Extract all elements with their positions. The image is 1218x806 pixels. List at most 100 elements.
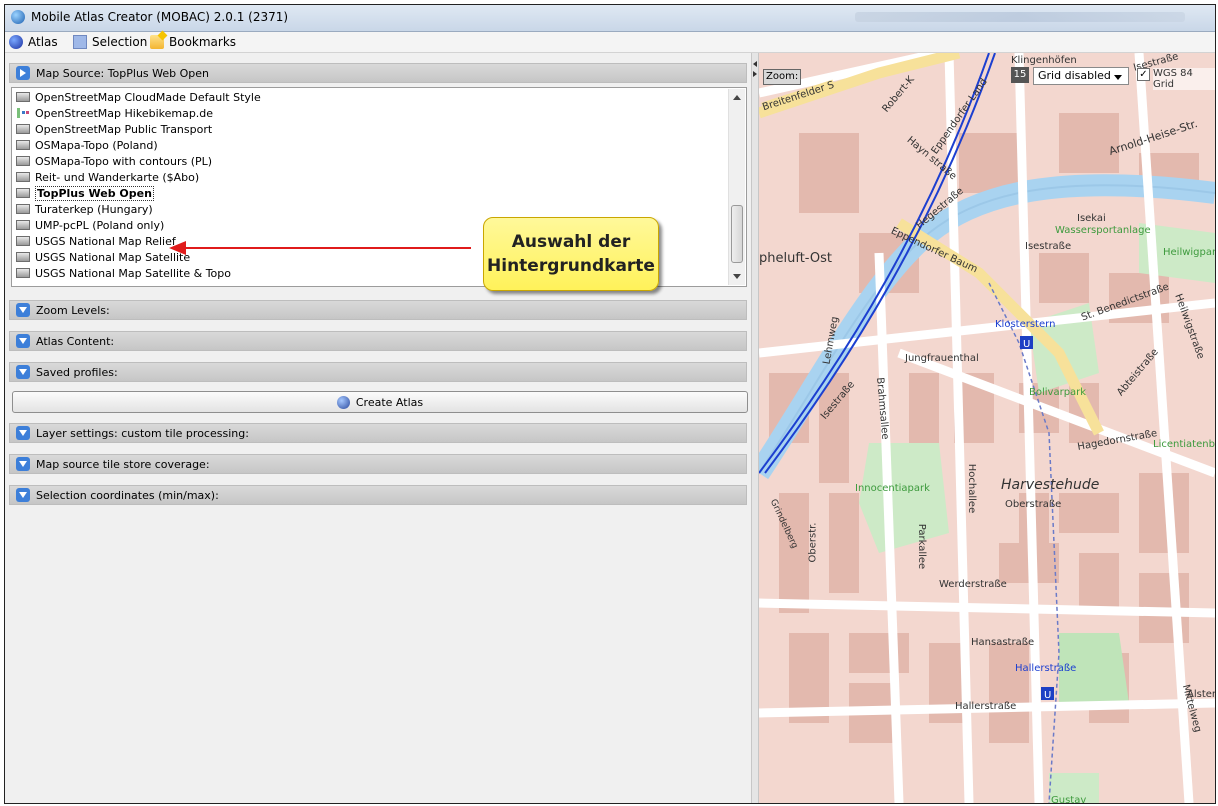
map-label-street: Oberstraße [1005,499,1062,510]
map-source-icon [16,220,30,230]
list-item[interactable]: USGS National Map Satellite & Topo [16,265,231,281]
annotation-callout: Auswahl der Hintergrundkarte [483,217,659,291]
title-bar: Mobile Atlas Creator (MOBAC) 2.0.1 (2371… [5,5,1215,32]
globe-icon [9,35,23,49]
selection-coords-header[interactable]: Selection coordinates (min/max): [9,485,747,505]
tile-store-label: Map source tile store coverage: [36,457,210,471]
map-canvas: U U [759,53,1215,803]
menu-atlas[interactable]: Atlas [9,34,58,50]
list-item-label: USGS National Map Relief [35,234,176,248]
map-label-street: Hansastraße [971,637,1035,648]
expand-arrow-icon [16,303,30,317]
map-label-station: Klosterstern [995,319,1056,330]
map-source-header[interactable]: Map Source: TopPlus Web Open [9,63,747,83]
expand-arrow-icon [16,426,30,440]
map-source-icon [16,124,30,134]
list-item[interactable]: OSMapa-Topo with contours (PL) [16,153,212,169]
collapse-left-arrow-icon[interactable] [753,61,757,67]
menu-bar: Atlas Selection Bookmarks [5,32,1215,53]
callout-line-2: Hintergrundkarte [487,256,655,276]
map-label-park: Wassersportanlage [1055,225,1151,236]
left-panel: Map Source: TopPlus Web Open OpenStreetM… [5,53,751,803]
layer-settings-label: Layer settings: custom tile processing: [36,426,249,440]
list-item-label: UMP-pcPL (Poland only) [35,218,165,232]
map-label-street: Klingenhöfen [1011,55,1077,66]
app-icon [11,10,25,24]
app-window: Mobile Atlas Creator (MOBAC) 2.0.1 (2371… [4,4,1216,804]
map-label-street: Alster [1187,689,1215,700]
expand-arrow-icon [16,488,30,502]
selection-icon [73,35,87,49]
list-item[interactable]: OpenStreetMap Hikebikemap.de [16,105,213,121]
map-label-street: Werderstraße [939,579,1007,590]
list-item[interactable]: OpenStreetMap Public Transport [16,121,212,137]
zoom-label: Zoom: [763,69,802,85]
collapse-right-arrow-icon[interactable] [753,71,757,77]
list-item[interactable]: USGS National Map Satellite [16,249,190,265]
map-label-park: Isekai [1077,213,1106,224]
scroll-up-arrow-icon[interactable] [733,95,741,100]
bookmark-folder-icon [150,35,164,49]
expand-arrow-icon [16,457,30,471]
grid-select[interactable]: Grid disabled [1033,67,1129,85]
map-label-street: Oberstr. [807,522,819,563]
list-item-label: USGS National Map Satellite [35,250,191,264]
map-source-icon [16,140,30,150]
menu-selection[interactable]: Selection [73,34,147,50]
grid-select-value: Grid disabled [1038,69,1111,82]
globe-icon [336,395,350,409]
saved-profiles-label: Saved profiles: [36,365,118,379]
wgs-grid-checkbox[interactable]: ✓ [1137,68,1150,81]
layer-settings-header[interactable]: Layer settings: custom tile processing: [9,423,747,443]
list-item[interactable]: UMP-pcPL (Poland only) [16,217,164,233]
list-item-label: OpenStreetMap CloudMade Default Style [35,90,261,104]
atlas-content-header[interactable]: Atlas Content: [9,331,747,351]
saved-profiles-header[interactable]: Saved profiles: [9,362,747,382]
list-item[interactable]: Reit- und Wanderkarte ($Abo) [16,169,199,185]
hikebike-icon [16,107,30,119]
window-title: Mobile Atlas Creator (MOBAC) 2.0.1 (2371… [31,10,289,24]
zoom-level-badge: 15 [1011,67,1029,83]
scroll-thumb[interactable] [731,205,743,263]
map-source-icon [16,92,30,102]
list-item[interactable]: USGS National Map Relief [16,233,176,249]
list-scrollbar[interactable] [728,89,745,285]
map-label-street: Hallerstraße [955,701,1017,712]
chevron-down-icon [1114,75,1122,80]
zoom-levels-header[interactable]: Zoom Levels: [9,300,747,320]
wgs-grid-label: WGS 84 Grid [1153,68,1215,90]
map-source-icon [16,156,30,166]
split-divider[interactable] [751,53,759,803]
map-label-street: Isestraße [1025,241,1072,252]
list-item-label: Turaterkep (Hungary) [35,202,153,216]
menu-bookmarks[interactable]: Bookmarks [150,34,236,50]
map-source-icon [16,268,30,278]
map-label-park: Heilwigpark [1163,247,1215,258]
list-item-label: TopPlus Web Open [35,185,154,201]
list-item[interactable]: Turaterkep (Hungary) [16,201,153,217]
list-item-selected[interactable]: TopPlus Web Open [16,185,154,201]
svg-text:U: U [1023,339,1030,350]
expand-arrow-icon [16,66,30,80]
list-item[interactable]: OpenStreetMap CloudMade Default Style [16,89,261,105]
expand-arrow-icon [16,334,30,348]
map-label-street: Jungfrauenthal [905,353,979,364]
map-label-park: Bolivarpark [1029,387,1087,398]
list-item-label: OSMapa-Topo with contours (PL) [35,154,213,168]
list-item[interactable]: OSMapa-Topo (Poland) [16,137,158,153]
create-atlas-button[interactable]: Create Atlas [12,391,748,413]
selection-coords-label: Selection coordinates (min/max): [36,488,219,502]
map-label-station: Hallerstraße [1015,663,1077,674]
map-source-icon [16,252,30,262]
map-view[interactable]: U U pheluft-Ost Harvestehude Breitenfeld… [759,53,1215,803]
tile-store-header[interactable]: Map source tile store coverage: [9,454,747,474]
menu-atlas-label: Atlas [28,35,58,49]
map-source-icon [16,188,30,198]
list-item-label: Reit- und Wanderkarte ($Abo) [35,170,200,184]
title-bar-blur [855,12,1185,22]
annotation-arrow-line [185,247,471,249]
map-label-street: Hochallee [966,463,978,514]
svg-text:U: U [1044,690,1051,701]
scroll-down-arrow-icon[interactable] [733,274,741,279]
list-item-label: OpenStreetMap Hikebikemap.de [35,106,214,120]
